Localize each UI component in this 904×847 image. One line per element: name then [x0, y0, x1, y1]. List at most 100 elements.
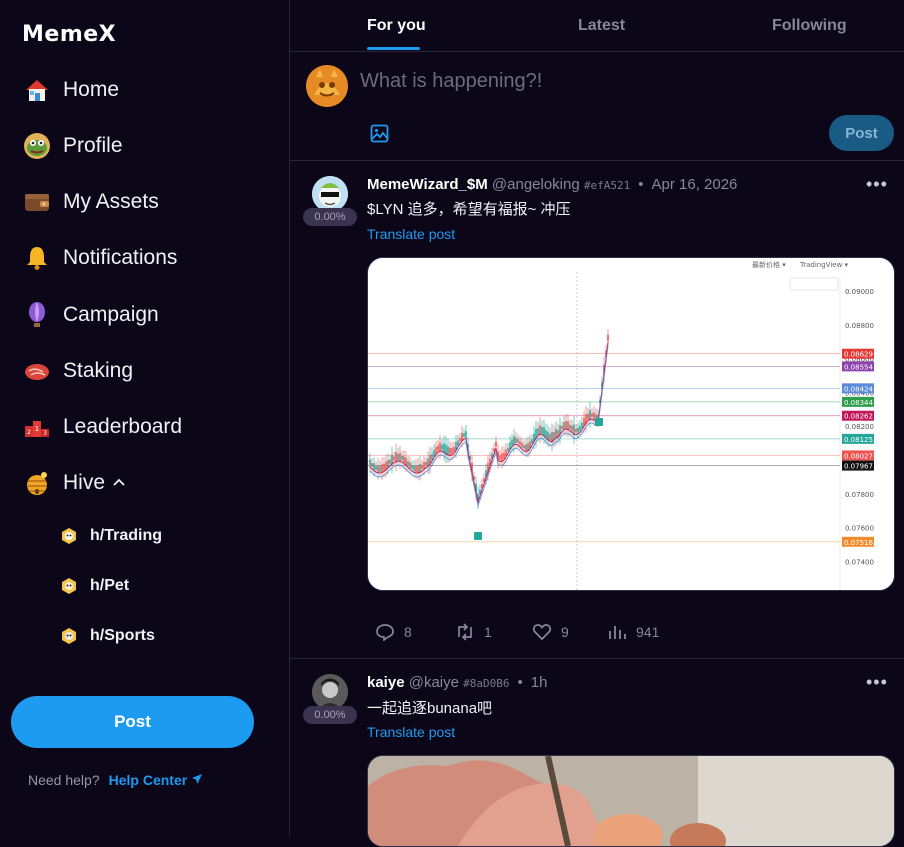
- post-author-avatar[interactable]: [312, 674, 348, 710]
- candle-body: [561, 425, 563, 430]
- candle-body: [435, 447, 437, 454]
- candle-body: [413, 465, 415, 471]
- home-icon: [22, 75, 52, 105]
- hand-photo: [368, 756, 894, 846]
- post-time[interactable]: Apr 16, 2026: [652, 176, 738, 193]
- candle-body: [387, 460, 389, 468]
- reply-icon: [376, 624, 394, 641]
- sidebar-item-campaign[interactable]: Campaign: [22, 297, 159, 333]
- candle-body: [389, 459, 391, 465]
- candle-body: [457, 440, 459, 446]
- more-options-icon[interactable]: •••: [866, 174, 888, 195]
- price-chart: 最新价格 ▾ TradingView ▾0.090000.088000.08600…: [368, 258, 894, 590]
- repost-count: 1: [484, 624, 492, 640]
- candle-body: [463, 433, 465, 437]
- candle-body: [411, 465, 413, 469]
- candle-body: [571, 425, 573, 432]
- tab-latest[interactable]: Latest: [578, 17, 625, 35]
- sidebar-item-label: Profile: [63, 134, 123, 157]
- sidebar-item-staking[interactable]: Staking: [22, 353, 133, 389]
- candle-body: [409, 462, 411, 469]
- buy-marker: [595, 418, 603, 426]
- candle-body: [549, 434, 551, 441]
- price-tag-label: 0.08262: [844, 413, 873, 421]
- author-change-badge: 0.00%: [303, 706, 357, 724]
- author-handle[interactable]: @kaiye: [409, 674, 459, 691]
- candle-body: [373, 463, 375, 470]
- sidebar-item-label: Staking: [63, 359, 134, 382]
- author-handle[interactable]: @angeloking: [492, 176, 580, 193]
- candle-body: [531, 439, 533, 444]
- tab-for-you[interactable]: For you: [367, 17, 426, 35]
- candle-body: [523, 445, 525, 449]
- beehive-icon: [22, 468, 52, 498]
- reply-button[interactable]: 8: [375, 623, 455, 641]
- post-header: MemeWizard_$M @angeloking #efA521 • Apr 16…: [367, 176, 738, 193]
- candle-body: [495, 441, 497, 447]
- price-tag-label: 0.08125: [844, 436, 873, 444]
- sidebar-item-profile[interactable]: Profile: [22, 128, 123, 164]
- podium-icon: 12 3: [22, 412, 52, 442]
- sidebar-item-label: Notifications: [63, 246, 178, 269]
- candle-body: [503, 452, 505, 459]
- sidebar-item-leaderboard[interactable]: 12 3 Leaderboard: [22, 409, 182, 445]
- candle-body: [439, 442, 441, 452]
- candle-body: [541, 426, 543, 434]
- post-time[interactable]: 1h: [531, 674, 548, 691]
- translate-post-link[interactable]: Translate post: [367, 724, 455, 740]
- candle-body: [421, 465, 423, 470]
- help-center-link[interactable]: Help Center: [109, 772, 203, 788]
- views-button[interactable]: 941: [607, 623, 659, 641]
- repost-icon: [458, 623, 472, 641]
- candle-body: [539, 425, 541, 436]
- translate-post-link[interactable]: Translate post: [367, 226, 455, 242]
- frog-avatar-icon: [22, 131, 52, 161]
- hive-item-trading[interactable]: h/Trading: [60, 524, 162, 548]
- help-row: Need help? Help Center: [28, 772, 203, 788]
- composer-post-button[interactable]: Post: [829, 115, 894, 151]
- candle-body: [383, 463, 385, 471]
- memex-logo[interactable]: MemeX: [22, 22, 116, 47]
- like-button[interactable]: 9: [532, 623, 607, 641]
- tab-following[interactable]: Following: [772, 17, 847, 35]
- hive-item-label: h/Sports: [90, 627, 155, 644]
- compose-input[interactable]: What is happening?!: [360, 70, 542, 93]
- repost-button[interactable]: 1: [455, 623, 532, 641]
- post-photo[interactable]: [367, 755, 895, 847]
- y-tick-label: 0.07800: [845, 491, 874, 499]
- candle-body: [513, 436, 515, 446]
- price-tag-label: 0.08554: [844, 363, 873, 371]
- price-tag-label: 0.08344: [844, 399, 873, 407]
- post-author-avatar[interactable]: [312, 176, 348, 212]
- sidebar-item-home[interactable]: Home: [22, 72, 119, 108]
- send-icon: [192, 774, 203, 784]
- hive-badge-icon: [62, 628, 76, 644]
- image-upload-icon[interactable]: [370, 124, 389, 148]
- author-name[interactable]: MemeWizard_$M: [367, 176, 488, 193]
- author-name[interactable]: kaiye: [367, 674, 405, 691]
- hive-item-label: h/Pet: [90, 577, 130, 594]
- help-text: Need help?: [28, 772, 100, 788]
- sidebar-item-hive[interactable]: Hive: [22, 465, 125, 501]
- candle-body: [499, 455, 501, 460]
- candle-body: [441, 444, 443, 450]
- user-avatar[interactable]: [306, 65, 348, 107]
- candle-body: [449, 447, 451, 456]
- y-tick-label: 0.09000: [845, 288, 874, 296]
- price-tag-label: 0.07967: [844, 463, 873, 471]
- sidebar-item-notifications[interactable]: Notifications: [22, 240, 177, 276]
- candle-body: [521, 442, 523, 448]
- sidebar-item-label: Campaign: [63, 303, 159, 326]
- sidebar-item-label: Leaderboard: [63, 415, 183, 438]
- active-tab-indicator: [367, 47, 420, 50]
- hive-item-sports[interactable]: h/Sports: [60, 624, 155, 648]
- post-button[interactable]: Post: [11, 696, 254, 748]
- sidebar-item-my-assets[interactable]: My Assets: [22, 184, 159, 220]
- more-options-icon[interactable]: •••: [866, 672, 888, 693]
- bell-icon: [22, 243, 52, 273]
- candle-body: [515, 437, 517, 443]
- hive-item-pet[interactable]: h/Pet: [60, 574, 129, 598]
- feed-post: 0.00% MemeWizard_$M @angeloking #efA521 •…: [290, 161, 904, 659]
- candle-body: [593, 412, 595, 420]
- post-chart-image[interactable]: 最新价格 ▾ TradingView ▾ 0.09000 0.08800 0.08600…: [367, 257, 895, 591]
